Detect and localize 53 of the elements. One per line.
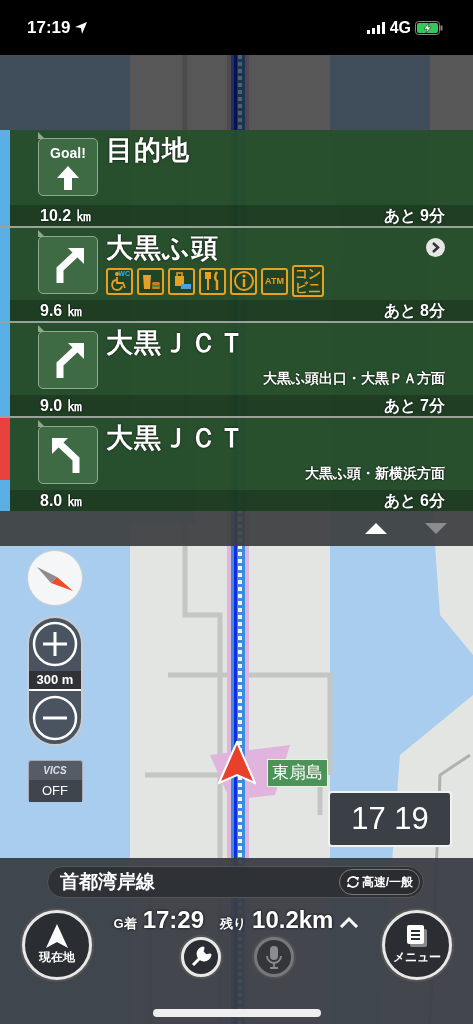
scroll-up-button[interactable] <box>365 523 387 534</box>
details-button[interactable] <box>426 238 445 257</box>
traffic-info-button[interactable]: VICS OFF <box>27 760 83 802</box>
direction-text: 大黒ふ頭出口・大黒ＰＡ方面 <box>263 369 445 388</box>
arrival-time: 17:29 <box>142 905 205 935</box>
clock-time: 17:19 <box>27 16 71 39</box>
time-remaining: あと 9分 <box>383 205 445 226</box>
remaining-distance: 10.2km <box>252 905 334 935</box>
exit-name: 大黒ＪＣＴ <box>106 424 246 454</box>
battery-charging-icon <box>415 20 443 35</box>
distance-text: 10.2 ㎞ <box>40 205 92 226</box>
distance-text: 9.0 ㎞ <box>40 395 83 416</box>
info-icon <box>230 267 257 295</box>
scale-label: 300 m <box>29 671 81 691</box>
time-remaining: あと 8分 <box>383 300 445 321</box>
caret-up-icon <box>339 916 360 928</box>
network-label: 4G <box>389 17 411 38</box>
menu-button[interactable]: メニュー <box>382 910 452 980</box>
fork-knife-icon <box>199 267 226 295</box>
navigation-arrow-icon <box>46 924 68 948</box>
fast-food-icon <box>137 267 164 295</box>
current-location-button[interactable]: 現在地 <box>22 910 92 980</box>
clock-display: 17 19 <box>328 791 452 847</box>
minus-icon <box>32 695 78 741</box>
refresh-icon <box>345 875 360 889</box>
place-label: 東扇島 <box>267 759 328 788</box>
goal-label: Goal! <box>50 143 86 163</box>
location-arrow-icon <box>74 20 89 35</box>
distance-text: 8.0 ㎞ <box>40 490 83 511</box>
time-remaining: あと 7分 <box>383 395 445 416</box>
exit-name: 大黒ＪＣＴ <box>106 329 246 359</box>
distance-text: 9.6 ㎞ <box>40 300 83 321</box>
wrench-icon <box>189 945 213 969</box>
convenience-store-sign: コンビニ <box>292 264 324 297</box>
exit-name: 大黒ふ頭 <box>106 234 220 264</box>
chevron-right-icon <box>431 242 440 253</box>
vehicle-position-icon <box>218 741 256 785</box>
microphone-icon <box>266 945 282 969</box>
plus-icon <box>32 621 78 667</box>
shopping-bag-icon <box>168 267 195 295</box>
atm-sign: ATM <box>261 267 288 295</box>
direction-text: 大黒ふ頭・新横浜方面 <box>305 464 445 483</box>
remaining-label: 残り <box>220 915 247 933</box>
zoom-in-button[interactable] <box>32 621 78 667</box>
time-remaining: あと 6分 <box>383 490 445 511</box>
zoom-out-button[interactable] <box>32 695 78 741</box>
signal-icon <box>366 21 386 34</box>
exit-name: 目的地 <box>106 136 190 166</box>
road-type-toggle[interactable]: 高速/一般 <box>338 869 420 895</box>
document-icon <box>405 924 429 948</box>
settings-button[interactable] <box>181 937 221 977</box>
arrival-label: G着 <box>113 915 137 933</box>
road-name: 首都湾岸線 <box>60 869 155 894</box>
